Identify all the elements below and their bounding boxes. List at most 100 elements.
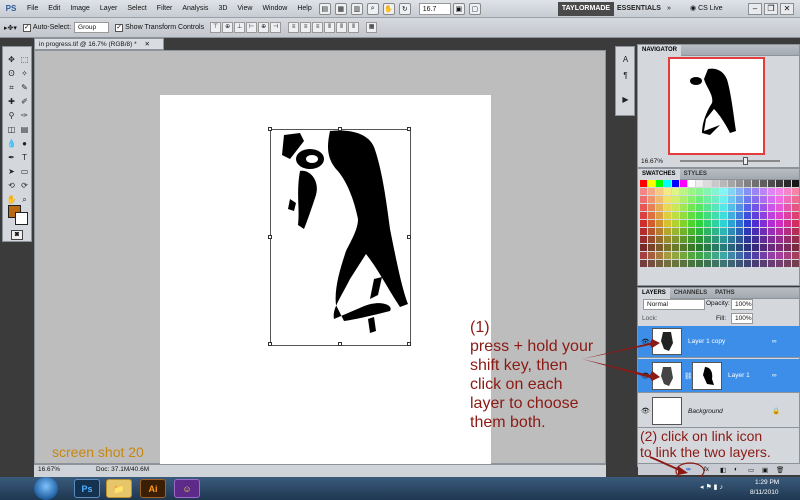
- color-swatch[interactable]: [768, 212, 775, 219]
- color-swatch[interactable]: [784, 252, 791, 259]
- color-swatch[interactable]: [792, 212, 799, 219]
- brush-tool-icon[interactable]: ✐: [18, 95, 31, 108]
- group-folder-icon[interactable]: ▭: [748, 466, 754, 474]
- color-swatch[interactable]: [680, 252, 687, 259]
- cs-live[interactable]: ◉ CS Live: [690, 2, 740, 16]
- color-swatch[interactable]: [736, 260, 743, 267]
- color-swatch[interactable]: [664, 188, 671, 195]
- eyedropper-tool-icon[interactable]: ✎: [18, 81, 31, 94]
- eraser-tool-icon[interactable]: ◫: [5, 123, 18, 136]
- color-swatch[interactable]: [680, 244, 687, 251]
- color-swatch[interactable]: [712, 204, 719, 211]
- color-swatch[interactable]: [704, 220, 711, 227]
- color-swatch[interactable]: [656, 212, 663, 219]
- color-swatch[interactable]: [728, 244, 735, 251]
- color-swatch[interactable]: [752, 260, 759, 267]
- color-swatch[interactable]: [640, 204, 647, 211]
- menu-image[interactable]: Image: [65, 0, 94, 18]
- color-swatch[interactable]: [752, 204, 759, 211]
- tab-paths[interactable]: PATHS: [711, 288, 738, 299]
- navigator-zoom-slider[interactable]: [680, 160, 780, 162]
- layer-row-layer-1-copy[interactable]: 👁 Layer 1 copy ∞: [638, 326, 800, 358]
- color-swatch[interactable]: [720, 236, 727, 243]
- color-swatch[interactable]: [680, 212, 687, 219]
- color-swatch[interactable]: [736, 204, 743, 211]
- color-swatch[interactable]: [768, 260, 775, 267]
- tab-styles[interactable]: STYLES: [680, 169, 711, 180]
- color-swatch[interactable]: [728, 236, 735, 243]
- color-swatch[interactable]: [784, 196, 791, 203]
- color-swatch[interactable]: [712, 228, 719, 235]
- distribute-top-icon[interactable]: ≡: [288, 22, 300, 33]
- distribute-vcenter-icon[interactable]: ≡: [300, 22, 312, 33]
- color-swatch[interactable]: [640, 260, 647, 267]
- color-swatch[interactable]: [720, 204, 727, 211]
- status-zoom[interactable]: 16.67%: [38, 466, 68, 473]
- color-swatch[interactable]: [784, 180, 791, 187]
- align-bottom-icon[interactable]: ⊥: [234, 22, 246, 33]
- color-swatch[interactable]: [728, 188, 735, 195]
- color-swatch[interactable]: [672, 196, 679, 203]
- menu-filter[interactable]: Filter: [152, 0, 178, 18]
- color-swatch[interactable]: [712, 196, 719, 203]
- color-swatch[interactable]: [792, 204, 799, 211]
- color-swatch[interactable]: [704, 180, 711, 187]
- color-swatch[interactable]: [688, 204, 695, 211]
- tab-swatches[interactable]: SWATCHES: [638, 168, 680, 180]
- color-swatch[interactable]: [680, 196, 687, 203]
- menu-view[interactable]: View: [232, 0, 257, 18]
- restore-button[interactable]: ❐: [764, 3, 778, 15]
- color-swatch[interactable]: [720, 244, 727, 251]
- color-swatch[interactable]: [672, 204, 679, 211]
- screen-mode-icon[interactable]: ▢: [468, 2, 481, 15]
- color-swatch[interactable]: [712, 260, 719, 267]
- color-swatch[interactable]: [760, 228, 767, 235]
- auto-align-icon[interactable]: ▦: [366, 22, 378, 33]
- pen-tool-icon[interactable]: ✒: [5, 151, 18, 164]
- color-swatch[interactable]: [664, 220, 671, 227]
- color-swatch[interactable]: [664, 236, 671, 243]
- color-swatch[interactable]: [784, 204, 791, 211]
- color-swatch[interactable]: [680, 228, 687, 235]
- color-swatch[interactable]: [760, 204, 767, 211]
- color-swatch[interactable]: [776, 188, 783, 195]
- color-swatch[interactable]: [744, 260, 751, 267]
- color-swatch[interactable]: [784, 244, 791, 251]
- adjustment-layer-icon[interactable]: ◐: [734, 466, 738, 473]
- clock-date[interactable]: 8/11/2010: [750, 489, 778, 496]
- color-swatch[interactable]: [768, 228, 775, 235]
- transform-handle[interactable]: [268, 342, 272, 346]
- color-swatch[interactable]: [784, 212, 791, 219]
- layer-name[interactable]: Background: [688, 408, 723, 415]
- transform-handle[interactable]: [407, 127, 411, 131]
- color-swatch[interactable]: [776, 196, 783, 203]
- color-swatch[interactable]: [664, 260, 671, 267]
- taskbar-photoshop[interactable]: Ps: [74, 479, 100, 498]
- color-swatch[interactable]: [792, 260, 799, 267]
- menu-analysis[interactable]: Analysis: [177, 0, 213, 18]
- color-swatch[interactable]: [728, 196, 735, 203]
- color-swatch[interactable]: [712, 180, 719, 187]
- color-swatch[interactable]: [776, 220, 783, 227]
- navigator-thumbnail[interactable]: [668, 57, 765, 155]
- messenger-icon[interactable]: ☺: [174, 479, 200, 498]
- color-swatch[interactable]: [744, 220, 751, 227]
- blur-tool-icon[interactable]: 💧: [5, 137, 18, 150]
- color-swatch[interactable]: [784, 220, 791, 227]
- color-swatch[interactable]: [696, 212, 703, 219]
- color-swatch[interactable]: [664, 212, 671, 219]
- color-swatch[interactable]: [656, 204, 663, 211]
- trash-icon[interactable]: 🗑: [776, 466, 784, 474]
- color-swatch[interactable]: [712, 252, 719, 259]
- menu-help[interactable]: Help: [292, 0, 316, 18]
- color-swatch[interactable]: [680, 180, 687, 187]
- document-tab[interactable]: in progress.tif @ 16.7% (RGB/8) * ✕: [34, 38, 164, 50]
- type-tool-icon[interactable]: T: [18, 151, 31, 164]
- align-hcenter-icon[interactable]: ⊕: [258, 22, 270, 33]
- color-swatch[interactable]: [712, 212, 719, 219]
- layer-row-layer-1[interactable]: 👁 ⛓ Layer 1 ∞: [638, 359, 800, 393]
- color-swatch[interactable]: [696, 220, 703, 227]
- color-swatch[interactable]: [704, 260, 711, 267]
- color-swatch[interactable]: [688, 212, 695, 219]
- color-swatch[interactable]: [720, 220, 727, 227]
